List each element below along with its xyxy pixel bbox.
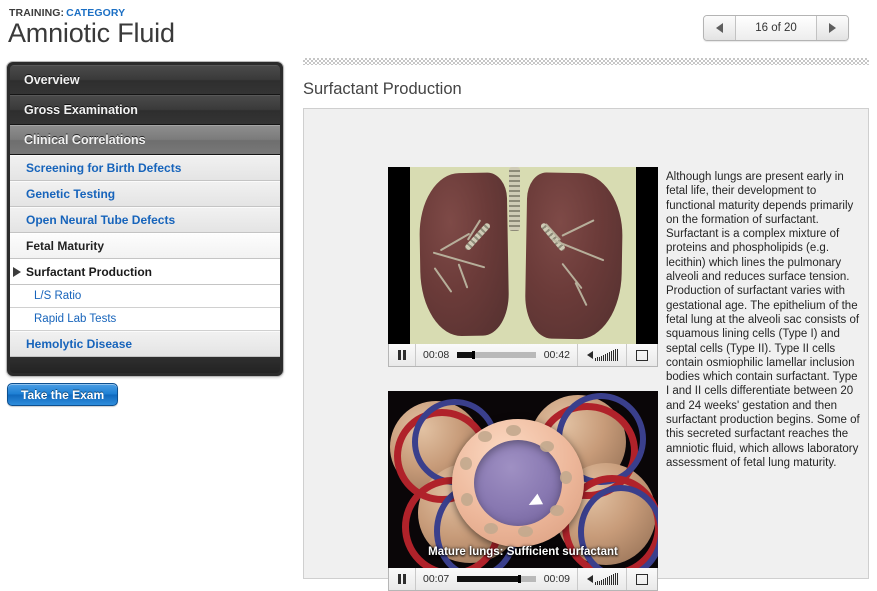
left-lung-shape (419, 172, 510, 337)
progress-knob-1[interactable] (472, 351, 475, 359)
trachea-shape (509, 167, 520, 231)
sidebar-item-label: Clinical Correlations (24, 133, 146, 147)
alveolus-wall (452, 419, 584, 547)
sidebar-item-hemolytic-disease[interactable]: Hemolytic Disease (10, 331, 280, 357)
progress-fill-1 (457, 352, 472, 358)
take-the-exam-button[interactable]: Take the Exam (7, 383, 118, 406)
seek-bar-1[interactable]: 00:08 00:42 (416, 344, 578, 366)
sidebar-item-genetic-testing[interactable]: Genetic Testing (10, 181, 280, 207)
content-column: Surfactant Production (303, 58, 869, 579)
fullscreen-icon (636, 350, 648, 361)
sidebar-item-label: Overview (24, 73, 80, 87)
fullscreen-icon (636, 574, 648, 585)
page-header: TRAINING:CATEGORY Amniotic Fluid 16 of 2… (0, 0, 877, 56)
alveolus-media-block: Mature lungs: Sufficient surfactant 00:0… (388, 391, 658, 591)
hatched-divider (303, 58, 869, 65)
right-lung-shape (525, 172, 624, 340)
sidebar-item-overview[interactable]: Overview (10, 65, 280, 95)
page-indicator-label: 16 of 20 (736, 16, 816, 40)
volume-control-1[interactable] (578, 344, 627, 366)
current-time-2: 00:07 (423, 573, 449, 585)
fullscreen-button-2[interactable] (627, 568, 657, 590)
sidebar-item-label: Gross Examination (24, 103, 138, 117)
sidebar-footer-bar (10, 357, 280, 373)
sidebar-item-label: Genetic Testing (26, 187, 115, 201)
sidebar-item-fetal-maturity[interactable]: Fetal Maturity (10, 233, 280, 259)
sidebar-item-clinical-correlations[interactable]: Clinical Correlations (10, 125, 280, 155)
duration-2: 00:09 (544, 573, 570, 585)
sidebar-nav-list: Overview Gross Examination Clinical Corr… (10, 65, 280, 373)
triangle-right-icon (829, 23, 836, 33)
speaker-icon (587, 351, 593, 359)
duration-1: 00:42 (544, 349, 570, 361)
video-caption-2: Mature lungs: Sufficient surfactant (388, 546, 658, 558)
sidebar-item-label: Hemolytic Disease (26, 337, 132, 351)
sidebar-item-screening-for-birth-defects[interactable]: Screening for Birth Defects (10, 155, 280, 181)
fullscreen-button-1[interactable] (627, 344, 657, 366)
lung-anatomy-media-block: 00:08 00:42 (388, 167, 658, 367)
alveolus-surfactant-video[interactable]: Mature lungs: Sufficient surfactant (388, 391, 658, 568)
page-title: Amniotic Fluid (8, 18, 175, 49)
sidebar-item-label: Surfactant Production (26, 265, 152, 279)
lung-illustration (410, 167, 636, 344)
sidebar-item-surfactant-production[interactable]: Surfactant Production (10, 259, 280, 285)
pause-icon (398, 574, 406, 584)
lung-anatomy-video[interactable] (388, 167, 658, 344)
section-title: Surfactant Production (303, 80, 869, 99)
volume-level-bars-2 (595, 573, 618, 585)
speaker-icon (587, 575, 593, 583)
pause-button-1[interactable] (389, 344, 416, 366)
progress-fill-2 (457, 576, 518, 582)
progress-track-1[interactable] (457, 352, 535, 358)
caret-right-icon (13, 267, 21, 277)
volume-control-2[interactable] (578, 568, 627, 590)
sidebar-item-label: Screening for Birth Defects (26, 161, 181, 175)
previous-page-button[interactable] (704, 16, 736, 40)
alveolus-lumen (474, 440, 562, 526)
article-body-text: Although lungs are present early in feta… (666, 170, 862, 470)
next-page-button[interactable] (816, 16, 848, 40)
take-the-exam-label: Take the Exam (21, 388, 104, 402)
seek-bar-2[interactable]: 00:07 00:09 (416, 568, 578, 590)
volume-level-bars-1 (595, 349, 618, 361)
pause-icon (398, 350, 406, 360)
progress-track-2[interactable] (457, 576, 535, 582)
current-time-1: 00:08 (423, 349, 449, 361)
content-panel: 00:08 00:42 (303, 108, 869, 579)
progress-knob-2[interactable] (518, 575, 521, 583)
sidebar: Overview Gross Examination Clinical Corr… (6, 61, 284, 377)
video-player-controls-1: 00:08 00:42 (388, 344, 658, 367)
sidebar-item-rapid-lab-tests[interactable]: Rapid Lab Tests (10, 308, 280, 331)
sidebar-item-label: L/S Ratio (34, 290, 81, 302)
sidebar-item-label: Rapid Lab Tests (34, 313, 116, 325)
sidebar-item-gross-examination[interactable]: Gross Examination (10, 95, 280, 125)
pause-button-2[interactable] (389, 568, 416, 590)
sidebar-item-label: Fetal Maturity (26, 239, 104, 253)
triangle-left-icon (716, 23, 723, 33)
alveolus-illustration: Mature lungs: Sufficient surfactant (388, 391, 658, 568)
pagination-control: 16 of 20 (703, 15, 849, 41)
sidebar-item-open-neural-tube-defects[interactable]: Open Neural Tube Defects (10, 207, 280, 233)
sidebar-item-ls-ratio[interactable]: L/S Ratio (10, 285, 280, 308)
sidebar-item-label: Open Neural Tube Defects (26, 213, 175, 227)
